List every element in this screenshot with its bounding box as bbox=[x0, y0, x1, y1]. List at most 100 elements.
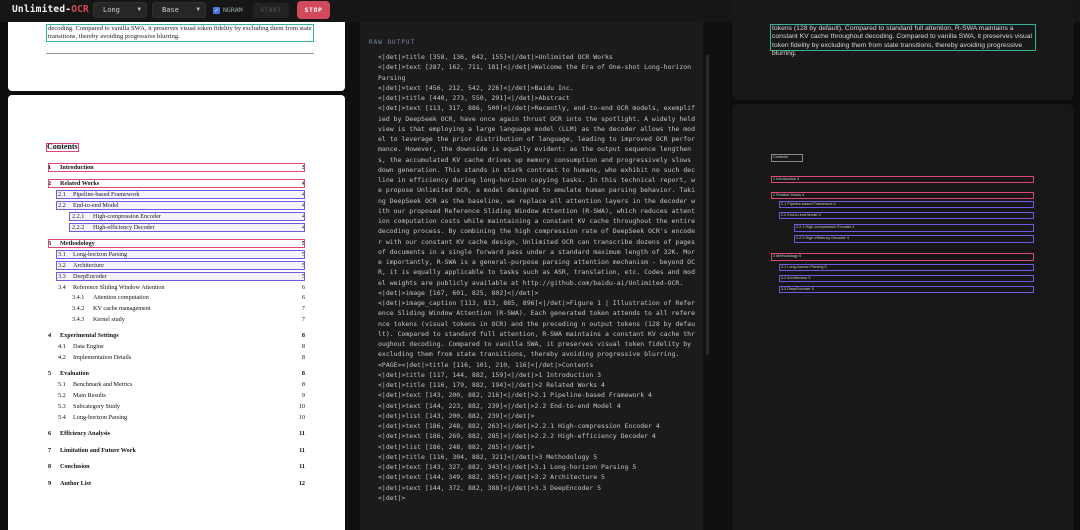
toc-entry-number: 3.4 bbox=[58, 284, 66, 291]
title-detection-box bbox=[48, 239, 305, 248]
toc-entry-number: 3.4.1 bbox=[72, 294, 85, 301]
chevron-down-icon: ▼ bbox=[196, 6, 200, 13]
toc-entry-number: 3.4.3 bbox=[72, 316, 85, 323]
preview-panel-top: tokens (128 by default). Compared to sta… bbox=[732, 0, 1074, 100]
toc-entry-page: 10 bbox=[298, 403, 305, 410]
overlay-text-box: 2.2.1 High-compression Encoder 4 bbox=[794, 224, 1034, 232]
toc-entry-label: KV cache management bbox=[93, 305, 151, 312]
toc-entry-number: 5 bbox=[48, 370, 52, 377]
toc-entry-number: 6 bbox=[48, 430, 52, 437]
overlay-text-box: 2.2.2 High-efficiency Decoder 4 bbox=[794, 235, 1034, 243]
toc-entry-label: Long-horizon Parsing bbox=[73, 414, 128, 421]
toc-entry-number: 5.3 bbox=[58, 403, 66, 410]
toc-entry: 3.4.1 Attention computation 6 bbox=[48, 294, 305, 302]
toc-entry-page: 10 bbox=[298, 414, 305, 421]
overlay-text-box: 3.2 Architecture 5 bbox=[779, 275, 1034, 282]
toc-entry: 3.4 Reference Sliding Window Attention 6 bbox=[48, 284, 305, 292]
toc-entry-label: Limitation and Future Work bbox=[60, 447, 136, 454]
divider bbox=[46, 53, 314, 54]
overlay-text-box: 3.1 Long-horizon Parsing 5 bbox=[779, 264, 1034, 271]
toc-entry-number: 8 bbox=[48, 463, 52, 470]
toc-entry-label: Main Results bbox=[73, 392, 106, 399]
toc-entry-page: 11 bbox=[299, 447, 305, 454]
size-select[interactable]: Base ▼ bbox=[152, 2, 206, 18]
toc-entry: 5 Evaluation 8 bbox=[48, 370, 305, 378]
text-detection-box bbox=[56, 261, 305, 270]
toc-entry-number: 4.1 bbox=[58, 343, 66, 350]
toc-entry-label: Data Engine bbox=[73, 343, 104, 350]
toc-entry-page: 7 bbox=[301, 305, 305, 312]
toc-entry: 5.2 Main Results 9 bbox=[48, 392, 305, 400]
toc-entry-number: 4 bbox=[48, 332, 52, 339]
toc-entry-page: 8 bbox=[301, 343, 305, 350]
toc-entry-number: 5.1 bbox=[58, 381, 66, 388]
checkbox-checked-icon[interactable]: ✓ bbox=[213, 6, 220, 14]
start-button[interactable]: START bbox=[253, 3, 289, 18]
toc-entry-label: Author List bbox=[60, 480, 92, 487]
toc-entry-label: Evaluation bbox=[60, 370, 89, 377]
toc-entry-page: 7 bbox=[301, 316, 305, 323]
chevron-down-icon: ▼ bbox=[137, 6, 141, 13]
toc-entry-label: Benchmark and Metrics bbox=[73, 381, 133, 388]
toc-entry-number: 4.2 bbox=[58, 354, 66, 361]
text-detection-box bbox=[56, 272, 305, 281]
toc-entry: 4.1 Data Engine 8 bbox=[48, 343, 305, 351]
overlay-text-box: 3.3 DeepEncoder 5 bbox=[779, 286, 1034, 293]
title-detection-box bbox=[48, 163, 305, 172]
raw-output-panel: RAW OUTPUT <|det|>title [358, 136, 642, … bbox=[360, 22, 703, 530]
preview-panel-bottom: Contents 1 Introduction 3 2 Related Works … bbox=[732, 104, 1074, 530]
raw-output-text: <|det|>title [358, 136, 642, 155]<|/det|… bbox=[378, 53, 695, 502]
stop-button[interactable]: STOP bbox=[297, 1, 330, 19]
toc-entry-label: Subcategory Study bbox=[73, 403, 120, 410]
toc-entry-page: 6 bbox=[301, 294, 305, 301]
toc-entry-page: 6 bbox=[301, 284, 305, 291]
toc-entry: 3.4.3 Kernel study 7 bbox=[48, 316, 305, 324]
toc-entry-page: 12 bbox=[298, 480, 305, 487]
toc-entry-page: 9 bbox=[301, 392, 305, 399]
toc-entry-page: 8 bbox=[301, 332, 305, 339]
toc-entry-number: 3.4.2 bbox=[72, 305, 85, 312]
overlay-title-box: 3 Methodology 5 bbox=[771, 253, 1034, 261]
preview-caption-text: tokens (128 by default). Compared to sta… bbox=[772, 25, 1033, 58]
toc-entry-page: 8 bbox=[301, 370, 305, 377]
toc-entry-number: 9 bbox=[48, 480, 52, 487]
toc-entry: 7 Limitation and Future Work 11 bbox=[48, 447, 305, 455]
text-detection-box bbox=[69, 223, 305, 232]
document-page-2: Contents 1 Introduction 3 2 Related Works 4 2.… bbox=[8, 95, 345, 530]
toc-entry-page: 8 bbox=[301, 354, 305, 361]
toc-entry-label: Reference Sliding Window Attention bbox=[73, 284, 165, 291]
toc-entry-label: Experimental Settings bbox=[60, 332, 119, 339]
ngram-label: NGRAM bbox=[223, 6, 243, 14]
toc-entry: 3.4.2 KV cache management 7 bbox=[48, 305, 305, 313]
toc-entry: 4 Experimental Settings 8 bbox=[48, 332, 305, 340]
toc-entry-number: 5.2 bbox=[58, 392, 66, 399]
toc-entry-number: 5.4 bbox=[58, 414, 66, 421]
title-detection-box bbox=[48, 179, 305, 188]
toc-entry: 5.3 Subcategory Study 10 bbox=[48, 403, 305, 411]
scrollbar[interactable] bbox=[706, 55, 709, 355]
overlay-title-box: 2 Related Works 4 bbox=[771, 192, 1034, 199]
toc-entry-label: Efficiency Analysis bbox=[60, 430, 111, 437]
toc-entry: 6 Efficiency Analysis 11 bbox=[48, 430, 305, 438]
toc-entry: 5.4 Long-horizon Parsing 10 bbox=[48, 414, 305, 422]
mode-select-value: Long bbox=[103, 6, 120, 14]
figure-caption-text: decoding. Compared to vanilla SWA, it pr… bbox=[48, 25, 312, 41]
text-detection-box bbox=[56, 250, 305, 259]
mode-select[interactable]: Long ▼ bbox=[93, 2, 147, 18]
toc-title: Contents bbox=[47, 142, 78, 151]
toc-entry: 4.2 Implementation Details 8 bbox=[48, 354, 305, 362]
raw-output-heading: RAW OUTPUT bbox=[369, 39, 416, 46]
toc-entry: 5.1 Benchmark and Metrics 8 bbox=[48, 381, 305, 389]
panel-gutter bbox=[345, 22, 360, 530]
toc-entry-page: 8 bbox=[301, 381, 305, 388]
ngram-toggle[interactable]: ✓ NGRAM bbox=[213, 6, 243, 14]
size-select-value: Base bbox=[162, 6, 179, 14]
toc-entry-page: 11 bbox=[299, 430, 305, 437]
toc-entry-label: Kernel study bbox=[93, 316, 125, 323]
app-title: Unlimited-OCR bbox=[12, 4, 89, 15]
toc-entry: 8 Conclusion 11 bbox=[48, 463, 305, 471]
toc-entry-label: Implementation Details bbox=[73, 354, 132, 361]
overlay-text-box: 2.2 End-to-end Model 4 bbox=[779, 212, 1034, 219]
overlay-text-box: 2.1 Pipeline-based Framework 4 bbox=[779, 201, 1034, 208]
document-page-1: decoding. Compared to vanilla SWA, it pr… bbox=[8, 22, 345, 91]
